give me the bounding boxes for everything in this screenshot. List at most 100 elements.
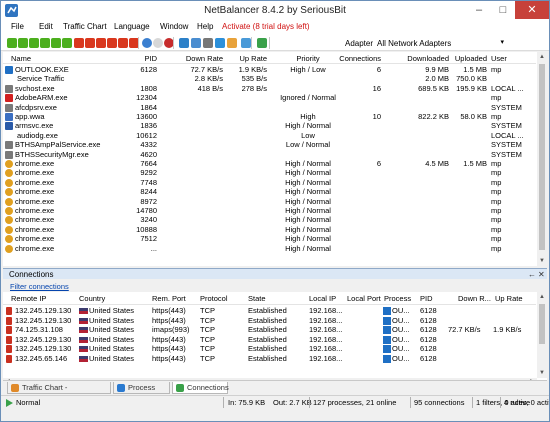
menu-window[interactable]: Window: [160, 22, 188, 31]
connection-row[interactable]: 132.245.129.130 United States https(443) TC…: [3, 344, 536, 353]
process-row[interactable]: chrome.exe 7512 High / Normal mp: [3, 234, 536, 244]
refresh-icon[interactable]: [142, 38, 152, 48]
process-row[interactable]: BTHSAmpPalService.exe 4332 Low / Normal SYS…: [3, 140, 536, 150]
menu-edit[interactable]: Edit: [39, 22, 53, 31]
process-priority-cell: High / Normal: [285, 234, 331, 244]
col-uploaded[interactable]: Uploaded: [451, 54, 487, 63]
ul-limit-2-icon[interactable]: [85, 38, 95, 48]
col-pid[interactable]: PID: [420, 294, 433, 303]
process-row[interactable]: chrome.exe... High / Normal mp: [3, 244, 536, 253]
col-pid[interactable]: PID: [121, 54, 157, 63]
process-row[interactable]: chrome.exe 14780 High / Normal mp: [3, 206, 536, 215]
process-row[interactable]: chrome.exe 3240 High / Normal mp: [3, 215, 536, 225]
process-row[interactable]: chrome.exe 10888 High / Normal mp: [3, 225, 536, 234]
col-priority[interactable]: Priority: [273, 54, 343, 63]
col-local-port[interactable]: Local Port: [347, 294, 381, 303]
col-down-rate[interactable]: Down R...: [458, 294, 491, 303]
col-down-rate[interactable]: Down Rate: [179, 54, 223, 63]
rules-icon[interactable]: [203, 38, 213, 48]
process-scrollbar[interactable]: ▲ ▼: [537, 52, 547, 266]
process-row[interactable]: Service Traffic 2.8 KB/s 535 B/s 2.0 MB 750.…: [3, 74, 536, 83]
dl-block-icon[interactable]: [51, 38, 61, 48]
scroll-down-icon[interactable]: ▼: [537, 368, 547, 378]
forward-icon[interactable]: [153, 38, 163, 48]
process-view-icon[interactable]: [191, 38, 201, 48]
dl-limit-2-icon[interactable]: [18, 38, 28, 48]
col-rem-port[interactable]: Rem. Port: [152, 294, 186, 303]
pin-icon[interactable]: ←: [528, 270, 536, 279]
col-state[interactable]: State: [248, 294, 266, 303]
col-user[interactable]: User: [491, 54, 507, 63]
scroll-thumb[interactable]: [539, 64, 545, 250]
dl-ignore-icon[interactable]: [40, 38, 50, 48]
minimize-button[interactable]: –: [467, 1, 491, 19]
col-downloaded[interactable]: Downloaded: [399, 54, 449, 63]
col-up-rate[interactable]: Up Rate: [231, 54, 267, 63]
col-protocol[interactable]: Protocol: [200, 294, 228, 303]
menu-traffic-chart[interactable]: Traffic Chart: [63, 22, 107, 31]
connection-row[interactable]: 132.245.129.130 United States https(443) TC…: [3, 306, 536, 315]
activate-trial-link[interactable]: Activate (8 trial days left): [222, 22, 310, 31]
status-processes: 127 processes, 21 online: [313, 398, 397, 407]
process-row[interactable]: armsvc.exe 1836 High / Normal SYSTEM: [3, 121, 536, 131]
process-row[interactable]: chrome.exe 7748 High / Normal mp: [3, 178, 536, 187]
ul-limit-icon[interactable]: [74, 38, 84, 48]
col-connections[interactable]: Connections: [335, 54, 381, 63]
minimize-icon: –: [475, 4, 483, 16]
dl-limit-icon[interactable]: [7, 38, 17, 48]
maximize-button[interactable]: □: [491, 1, 515, 19]
connection-state-cell: Established: [248, 334, 287, 344]
process-row[interactable]: BTHSSecurityMgr.exe 4620 SYSTEM: [3, 150, 536, 159]
connection-row[interactable]: 132.245.129.130 United States https(443) TC…: [3, 316, 536, 325]
scroll-up-icon[interactable]: ▲: [537, 52, 547, 62]
settings-icon[interactable]: [227, 38, 237, 48]
process-row[interactable]: OUTLOOK.EXE 6128 72.7 KB/s 1.9 KB/s High / L…: [3, 65, 536, 74]
upload-arrow-icon: [6, 316, 12, 325]
process-row[interactable]: AdobeARM.exe 12304 Ignored / Normal mp: [3, 93, 536, 103]
close-icon[interactable]: ✕: [538, 270, 545, 279]
traffic-chart-icon[interactable]: [179, 38, 189, 48]
col-local-ip[interactable]: Local IP: [309, 294, 336, 303]
col-name[interactable]: Name: [11, 54, 31, 63]
close-button[interactable]: ✕: [515, 1, 549, 19]
filter-connections-link[interactable]: Filter connections: [10, 282, 69, 291]
menu-language[interactable]: Language: [114, 22, 150, 31]
scroll-up-icon[interactable]: ▲: [537, 292, 547, 302]
tab-traffic-chart-netbalancer[interactable]: Traffic Chart - NetBalancer: [7, 382, 111, 403]
col-country[interactable]: Country: [79, 294, 105, 303]
filter-icon[interactable]: [215, 38, 225, 48]
dl-normal-icon[interactable]: [62, 38, 72, 48]
connection-row[interactable]: 132.245.129.130 United States https(443) TC…: [3, 335, 536, 344]
process-row[interactable]: svchost.exe 1808 418 B/s 278 B/s 16 689.5 KB 1…: [3, 84, 536, 93]
ul-ignore-icon[interactable]: [107, 38, 117, 48]
menu-help[interactable]: Help: [197, 22, 213, 31]
connection-row[interactable]: 132.245.65.146 United States https(443) TCP…: [3, 354, 536, 363]
ul-priority-icon[interactable]: [96, 38, 106, 48]
col-process[interactable]: Process: [384, 294, 411, 303]
process-name-cell: chrome.exe: [15, 159, 55, 168]
process-row[interactable]: chrome.exe 8244 High / Normal mp: [3, 187, 536, 197]
menu-file[interactable]: File: [11, 22, 24, 31]
process-row[interactable]: audiodg.exe 10612 Low LOCAL ...: [3, 131, 536, 140]
sync-icon[interactable]: [241, 38, 251, 48]
tab-process-info[interactable]: Process Info: [113, 382, 170, 403]
adapter-select[interactable]: All Network Adapters ▾: [374, 37, 511, 49]
checkbox-icon[interactable]: [257, 38, 267, 48]
process-row[interactable]: chrome.exe 8972 High / Normal mp: [3, 197, 536, 206]
connection-proto-cell: TCP: [200, 334, 215, 344]
connections-scrollbar[interactable]: ▲ ▼: [537, 292, 547, 378]
scroll-thumb[interactable]: [539, 304, 545, 344]
process-row[interactable]: chrome.exe 9292 High / Normal mp: [3, 168, 536, 178]
col-remote-ip[interactable]: Remote IP: [11, 294, 46, 303]
process-row[interactable]: chrome.exe 7664 High / Normal 6 4.5 MB 1.5 MB…: [3, 159, 536, 168]
process-row[interactable]: app.wwa 13600 High 10 822.2 KB 58.0 KB mp: [3, 112, 536, 121]
ul-block-icon[interactable]: [118, 38, 128, 48]
status-rules[interactable]: 4 rules, 0 active: [504, 398, 549, 407]
status-mode[interactable]: Normal: [16, 398, 40, 407]
col-up-rate[interactable]: Up Rate: [495, 294, 523, 303]
scroll-down-icon[interactable]: ▼: [537, 256, 547, 266]
process-row[interactable]: afcdpsrv.exe 1864 SYSTEM: [3, 103, 536, 112]
tab-connections[interactable]: Connections: [172, 382, 229, 394]
dl-priority-icon[interactable]: [29, 38, 39, 48]
connection-row[interactable]: 74.125.31.108 United States imaps(993) TCP E…: [3, 325, 536, 334]
